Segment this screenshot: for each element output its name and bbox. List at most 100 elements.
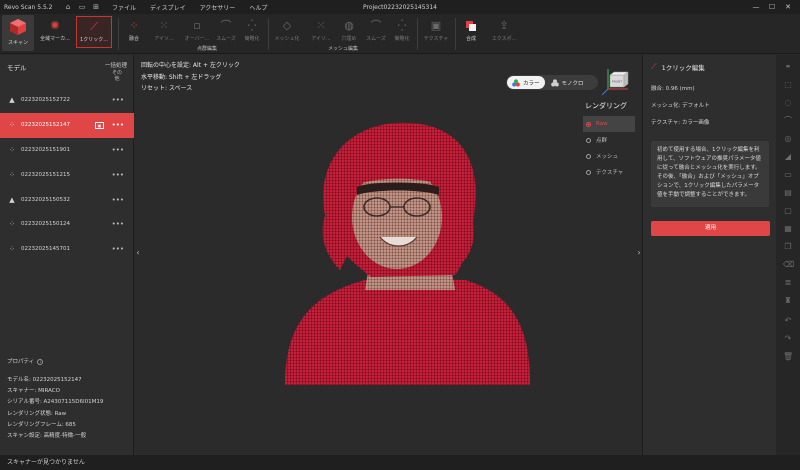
scan-button[interactable]: スキャン xyxy=(2,15,34,51)
select-icon[interactable]: ⬚ xyxy=(783,80,793,90)
more-options-icon[interactable]: ••• xyxy=(112,121,124,129)
prop-model-name: モデル名: 02232025152147 xyxy=(7,377,82,383)
fill-holes-label: 穴埋め xyxy=(341,36,357,42)
model-name: 02232025145701 xyxy=(21,246,70,253)
export-button[interactable]: ⇪ エクスポ... xyxy=(488,16,520,48)
brush-icon[interactable]: ⌒ xyxy=(783,116,793,126)
model-item[interactable]: ⁘ 02232025152147 ▣ ••• xyxy=(0,112,134,138)
window-controls: — ☐ ✕ xyxy=(748,0,796,14)
frame-icon[interactable]: ▢ xyxy=(783,206,793,216)
pointcloud-icon: ⁘ xyxy=(9,220,15,229)
isolate-mesh-button[interactable]: ⁙ アイソ... xyxy=(307,16,335,48)
texture-button[interactable]: ▣ テクスチャ xyxy=(420,16,452,48)
home-icon[interactable]: ⌂ xyxy=(64,3,72,11)
pointcloud-icon: ⁘ xyxy=(9,245,15,254)
model-name: 02232025152147 xyxy=(21,122,70,129)
more-options-icon[interactable]: ••• xyxy=(112,171,124,179)
more-options-icon[interactable]: ••• xyxy=(112,96,124,104)
link-icon[interactable]: ⚭ xyxy=(783,62,793,72)
bottle-icon[interactable]: ♜ xyxy=(783,296,793,306)
grid-icon[interactable]: ▦ xyxy=(783,224,793,234)
target-icon[interactable]: ◎ xyxy=(783,134,793,144)
undo-icon[interactable]: ↶ xyxy=(783,316,793,326)
texture-badge-icon[interactable]: ▣ xyxy=(95,121,104,129)
3d-viewport[interactable]: 回転の中心を設定: Alt + 左クリック 水平移動: Shift + 左ドラッ… xyxy=(135,55,642,455)
isolate-pointcloud-button[interactable]: ⁙ アイソ... xyxy=(150,16,178,48)
model-item[interactable]: ⁘ 02232025151901 ••• xyxy=(0,138,134,163)
shade-icon[interactable]: ◢ xyxy=(783,152,793,162)
fuse-label: 融合 xyxy=(128,36,139,42)
one-click-edit-panel: ⟋ 1クリック編集 融合: 0.96 (mm) メッシュ化: デフォルト テクス… xyxy=(642,55,776,455)
plane-icon[interactable]: ▭ xyxy=(783,170,793,180)
isolate-mesh-icon: ⁙ xyxy=(316,19,326,32)
stack-icon[interactable]: ≣ xyxy=(783,278,793,288)
radio-icon xyxy=(586,137,591,143)
smooth-pointcloud-button[interactable]: ⌒ スムーズ xyxy=(213,16,239,48)
model-name: 02232025151215 xyxy=(21,171,70,178)
apply-button[interactable]: 適用 xyxy=(651,221,770,236)
copy-icon[interactable]: ❐ xyxy=(783,242,793,252)
model-item[interactable]: ▲ 02232025150532 ••• xyxy=(0,187,134,212)
panel-title-text: 1クリック編集 xyxy=(661,64,705,72)
overlap-button[interactable]: ▫ オーバー... xyxy=(182,16,212,48)
model-name: 02232025152722 xyxy=(21,97,70,104)
render-option-raw[interactable]: Raw xyxy=(583,116,635,132)
render-mode-panel: レンダリング Raw 点群 メッシュ テクスチャ xyxy=(583,101,635,180)
full-marker-button[interactable]: ✺ 全域マーカ... xyxy=(38,16,72,48)
fuse-button[interactable]: ⁘ 融合 xyxy=(122,16,146,48)
folder-icon[interactable]: ▭ xyxy=(78,3,86,11)
fill-holes-button[interactable]: ◍ 穴埋め xyxy=(337,16,361,48)
close-icon[interactable]: ✕ xyxy=(780,3,796,11)
other-button[interactable]: その他 xyxy=(111,70,123,82)
collapse-left-icon[interactable]: ‹ xyxy=(135,245,141,261)
app-window: Revo Scan 5.5.2 ⌂ ▭ ⊞ ファイル ディスプレイ アクセサリー… xyxy=(0,0,800,470)
maximize-icon[interactable]: ☐ xyxy=(764,3,780,11)
simplify-mesh-icon: ⁛ xyxy=(397,19,407,32)
model-item[interactable]: ⁘ 02232025151215 ••• xyxy=(0,162,134,187)
app-title: Revo Scan 5.5.2 xyxy=(4,3,53,11)
more-options-icon[interactable]: ••• xyxy=(112,245,124,253)
radio-icon xyxy=(586,153,591,159)
view-cube[interactable]: FRONT xyxy=(601,67,630,97)
mesh-button[interactable]: ◇ メッシュ化 xyxy=(271,16,303,48)
delete-icon[interactable]: 🗑 xyxy=(783,352,793,362)
simplify-label: 簡略化 xyxy=(244,36,260,42)
menu-accessory[interactable]: アクセサリー xyxy=(200,3,236,12)
model-item[interactable]: ▲ 02232025152722 ••• xyxy=(0,88,134,113)
add-icon[interactable]: ⊞ xyxy=(92,3,100,11)
menu-help[interactable]: ヘルプ xyxy=(249,3,267,12)
toolbar-separator xyxy=(455,18,456,50)
simplify-pointcloud-button[interactable]: ⁛ 簡略化 xyxy=(240,16,264,48)
fill-holes-icon: ◍ xyxy=(344,19,354,32)
info-icon[interactable]: i xyxy=(37,359,44,365)
pointcloud-model xyxy=(285,122,530,385)
one-click-button[interactable]: ⟋ 1クリック... xyxy=(76,16,112,48)
toolbar: スキャン ✺ 全域マーカ... ⟋ 1クリック... ⁘ 融合 ⁙ アイソ...… xyxy=(0,14,800,54)
render-option-texture[interactable]: テクスチャ xyxy=(583,164,635,180)
render-option-pointcloud[interactable]: 点群 xyxy=(583,132,635,148)
simplify-mesh-button[interactable]: ⁛ 簡略化 xyxy=(390,16,414,48)
more-options-icon[interactable]: ••• xyxy=(112,220,124,228)
menu-display[interactable]: ディスプレイ xyxy=(150,3,186,12)
cube-scan-icon xyxy=(8,17,28,37)
smooth-label: スムーズ xyxy=(216,36,236,42)
mesh-icon: ◇ xyxy=(282,19,292,32)
model-item[interactable]: ⁘ 02232025145701 ••• xyxy=(0,237,134,262)
color-mode-color[interactable]: カラー xyxy=(507,76,545,89)
color-mode-mono[interactable]: モノクロ xyxy=(546,76,589,89)
render-option-mesh[interactable]: メッシュ xyxy=(583,148,635,164)
lasso-icon[interactable]: ◌ xyxy=(783,98,793,108)
panel-title: ⟋ 1クリック編集 xyxy=(651,62,705,72)
erase-icon[interactable]: ⌫ xyxy=(783,260,794,270)
minimize-icon[interactable]: — xyxy=(748,3,764,11)
more-options-icon[interactable]: ••• xyxy=(112,196,124,204)
menu-file[interactable]: ファイル xyxy=(112,3,136,12)
model-item[interactable]: ⁘ 02232025150124 ••• xyxy=(0,212,134,237)
redo-icon[interactable]: ↷ xyxy=(783,334,793,344)
smooth-mesh-button[interactable]: ⌒ スムーズ xyxy=(363,16,389,48)
bulk-process-button[interactable]: 一括処理 xyxy=(105,61,127,69)
simplify-icon: ⁛ xyxy=(247,19,257,32)
merge-button[interactable]: 合成 xyxy=(458,16,484,48)
layers-icon[interactable]: ▤ xyxy=(783,188,793,198)
more-options-icon[interactable]: ••• xyxy=(112,146,124,154)
